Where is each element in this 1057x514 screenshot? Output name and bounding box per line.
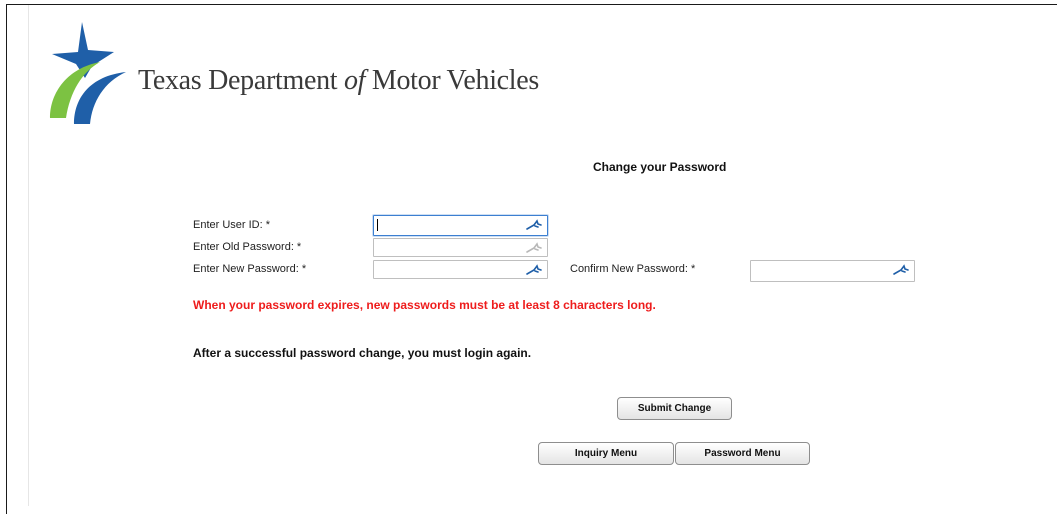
password-length-warning: When your password expires, new password… <box>193 298 656 312</box>
org-name-after: Motor Vehicles <box>365 65 540 96</box>
new-password-field[interactable] <box>373 260 548 279</box>
relogin-note: After a successful password change, you … <box>193 346 532 360</box>
user-id-field[interactable] <box>373 215 548 236</box>
text-caret <box>377 219 378 231</box>
key-icon[interactable] <box>526 219 542 231</box>
new-password-label: Enter New Password: * <box>193 263 307 275</box>
org-name-before: Texas Department <box>138 65 344 96</box>
confirm-password-label: Confirm New Password: * <box>570 263 696 275</box>
key-icon[interactable] <box>893 264 909 276</box>
key-icon[interactable] <box>526 264 542 276</box>
inquiry-menu-button[interactable]: Inquiry Menu <box>538 442 674 465</box>
txdmv-logo-icon <box>50 22 126 124</box>
page-title: Change your Password <box>593 160 727 174</box>
organization-name: Texas Department of Motor Vehicles <box>138 65 539 97</box>
user-id-label: Enter User ID: * <box>193 219 271 231</box>
submit-change-button[interactable]: Submit Change <box>617 397 732 420</box>
confirm-password-field[interactable] <box>750 260 915 282</box>
old-password-label: Enter Old Password: * <box>193 241 302 253</box>
org-name-of: of <box>343 65 366 96</box>
frame-inner-rule <box>28 5 29 506</box>
key-icon[interactable] <box>526 242 542 254</box>
old-password-field[interactable] <box>373 238 548 257</box>
password-menu-button[interactable]: Password Menu <box>675 442 810 465</box>
